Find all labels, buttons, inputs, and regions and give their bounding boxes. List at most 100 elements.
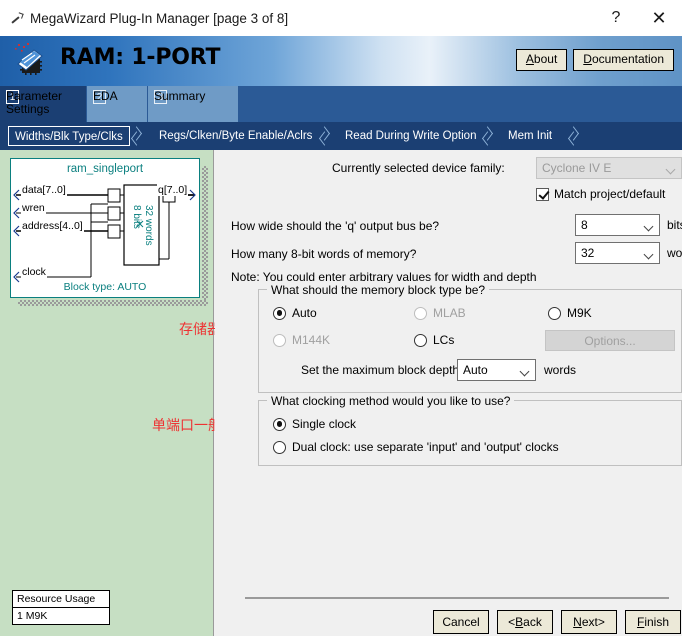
help-button[interactable]: ? [596,0,636,36]
about-accel: A [525,52,534,66]
radio-indicator [548,306,561,320]
next-accel: N [573,615,582,629]
about-button[interactable]: About [515,49,568,72]
tab-eda[interactable]: 2 EDA [87,86,147,122]
wand-icon [8,10,24,26]
breadcrumb-item-rdw[interactable]: Read During Write Option [339,126,482,146]
chevron-right-icon [567,127,583,145]
breadcrumb-item-mem-init[interactable]: Mem Init [502,126,558,146]
footer-divider [245,597,669,599]
width-value: 8 [581,218,588,232]
radio-dual-clock[interactable]: Dual clock: use separate 'input' and 'ou… [273,440,559,454]
close-icon[interactable]: ✕ [636,0,682,36]
radio-indicator [273,306,286,320]
next-button[interactable]: Next > [561,610,617,634]
block-options-button: Options... [545,330,675,351]
radio-indicator [414,333,427,347]
about-rest: bout [533,52,558,66]
radio-label: Auto [292,306,317,320]
port-label-wren: wren [21,202,46,214]
wizard-tab-strip: 1 Parameter Settings 2 EDA 3 Summary [0,86,682,122]
cancel-button[interactable]: Cancel [433,610,489,634]
max-block-depth-value: Auto [463,363,488,377]
radio-block-mlab: MLAB [414,306,466,320]
back-prefix: < [508,615,516,629]
radio-block-m9k[interactable]: M9K [548,306,592,320]
radio-label: Dual clock: use separate 'input' and 'ou… [292,440,559,454]
back-accel: B [515,615,524,629]
resource-usage-box: Resource Usage 1 M9K [12,590,110,625]
documentation-button[interactable]: Documentation [573,49,674,72]
next-suffix: > [597,615,605,629]
radio-block-auto[interactable]: Auto [273,306,317,320]
radio-indicator [273,417,286,431]
arbitrary-values-note: Note: You could enter arbitrary values f… [231,270,537,284]
breadcrumb: Widths/Blk Type/Clks Regs/Clken/Byte Ena… [0,122,682,150]
match-project-default-label: Match project/default [554,187,666,201]
depth-unit-label: words [667,246,682,260]
banner-buttons: About Documentation [515,49,674,72]
radio-single-clock[interactable]: Single clock [273,417,356,431]
depth-question-label: How many 8-bit words of memory? [231,247,417,261]
radio-label: Single clock [292,417,357,431]
radio-block-m144k: M144K [273,333,330,347]
resource-usage-header: Resource Usage [13,591,109,608]
chevron-down-icon [643,221,654,232]
back-button[interactable]: < Back [497,610,553,634]
doc-accel: D [583,52,592,66]
port-label-data: data[7..0] [21,184,67,196]
finish-rest: inish [644,615,670,629]
back-rest: ack [523,615,542,629]
depth-select[interactable]: 32 [575,242,660,264]
max-block-depth-select[interactable]: Auto [457,359,536,381]
checkbox-check-icon [536,187,549,201]
radio-label: LCs [433,333,455,347]
chevron-down-icon [519,366,530,377]
header-banner: RAM: 1-PORT About Documentation [0,36,682,86]
preview-panel: ram_singleport data[7..0] wren address[4… [0,150,214,636]
memory-block-type-title: What should the memory block type be? [267,283,490,297]
tab-label: Summary [154,89,206,103]
window-controls: ? ✕ [596,0,682,36]
radio-indicator [273,333,286,347]
title-bar: MegaWizard Plug-In Manager [page 3 of 8]… [0,0,682,36]
diagram-block-type-note: Block type: AUTO [63,281,147,293]
finish-accel: F [636,615,645,629]
block-diagram: ram_singleport data[7..0] wren address[4… [10,158,200,298]
finish-button[interactable]: Finish [625,610,681,634]
port-label-q: q[7..0] [157,184,189,196]
chevron-right-icon [130,127,146,145]
device-family-label: Currently selected device family: [332,161,505,175]
radio-label: M9K [567,306,592,320]
resource-usage-value: 1 M9K [17,610,48,622]
depth-value: 32 [581,246,595,260]
breadcrumb-item-widths[interactable]: Widths/Blk Type/Clks [8,126,130,146]
next-rest: ext [581,615,598,629]
tab-summary[interactable]: 3 Summary [148,86,238,122]
window-title: MegaWizard Plug-In Manager [page 3 of 8] [30,10,289,26]
port-label-clock: clock [21,266,47,278]
chevron-down-icon [643,249,654,260]
max-block-depth-label: Set the maximum block depth to [301,363,473,377]
radio-indicator [414,306,427,320]
breadcrumb-item-regs[interactable]: Regs/Clken/Byte Enable/Aclrs [153,126,318,146]
tab-label: EDA [93,89,118,103]
diagram-width-label: 8 bits [131,205,142,229]
device-family-value: Cyclone IV E [542,161,612,175]
match-project-default-checkbox[interactable]: Match project/default [536,187,665,201]
settings-panel: Currently selected device family: Cyclon… [215,150,682,636]
max-block-depth-unit: words [544,363,577,377]
doc-rest: ocumentation [591,52,664,66]
tab-parameter-settings[interactable]: 1 Parameter Settings [0,86,86,122]
port-label-address: address[4..0] [21,220,84,232]
radio-indicator [273,440,286,454]
radio-block-lcs[interactable]: LCs [414,333,454,347]
device-family-select[interactable]: Cyclone IV E [536,157,682,179]
megawizard-window: MegaWizard Plug-In Manager [page 3 of 8]… [0,0,682,636]
megawizard-chip-icon [15,43,43,75]
clocking-method-group: What clocking method would you like to u… [258,394,682,466]
memory-block-type-group: What should the memory block type be? Au… [258,283,682,393]
diagram-shadow [18,300,208,306]
clocking-method-title: What clocking method would you like to u… [267,394,515,408]
width-select[interactable]: 8 [575,214,660,236]
